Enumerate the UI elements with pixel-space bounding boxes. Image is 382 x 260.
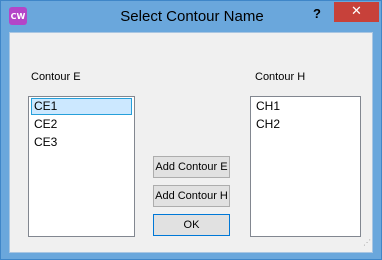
resize-grip-icon[interactable]: ⋰ <box>363 239 373 249</box>
contour-h-list[interactable]: CH1 CH2 <box>250 96 361 237</box>
list-item[interactable]: CE2 <box>31 116 132 133</box>
contour-e-label: Contour E <box>31 71 81 83</box>
dialog-body: Contour E Contour H CE1 CE2 CE3 CH1 CH2 … <box>9 32 373 253</box>
list-item[interactable]: CE1 <box>31 98 132 115</box>
ok-button[interactable]: OK <box>153 214 230 236</box>
list-item[interactable]: CE3 <box>31 134 132 151</box>
contour-e-list[interactable]: CE1 CE2 CE3 <box>28 96 135 237</box>
list-item[interactable]: CH2 <box>253 116 358 133</box>
contour-h-label: Contour H <box>255 71 306 83</box>
list-item[interactable]: CH1 <box>253 98 358 115</box>
add-contour-h-button[interactable]: Add Contour H <box>153 185 230 207</box>
add-contour-e-button[interactable]: Add Contour E <box>153 156 230 178</box>
close-button[interactable]: ✕ <box>334 2 379 22</box>
dialog-window: CW Select Contour Name ? ✕ Contour E Con… <box>0 0 382 260</box>
help-button[interactable]: ? <box>306 4 328 24</box>
title-bar[interactable]: CW Select Contour Name ? ✕ <box>1 1 381 32</box>
